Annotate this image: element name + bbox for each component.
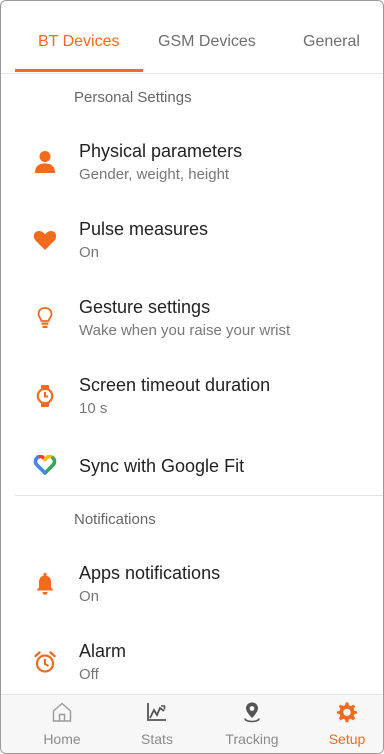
- list-item-apps-notifications[interactable]: Apps notifications On: [1, 555, 383, 619]
- nav-label: Setup: [328, 731, 366, 747]
- section-header-personal: Personal Settings: [74, 89, 192, 106]
- location-pin-icon: [240, 701, 264, 723]
- section-header-notifications: Notifications: [74, 511, 156, 528]
- item-subtitle: Off: [79, 666, 99, 683]
- nav-label: Tracking: [225, 731, 279, 747]
- nav-label: Stats: [141, 731, 173, 747]
- tab-bt-devices[interactable]: BT Devices: [38, 33, 120, 51]
- tab-general[interactable]: General: [303, 33, 360, 51]
- item-title: Physical parameters: [79, 141, 243, 161]
- nav-stats[interactable]: Stats: [117, 695, 197, 753]
- section-divider: [15, 495, 383, 496]
- app-screen: BT Devices GSM Devices General Personal …: [0, 0, 384, 754]
- tab-gsm-devices[interactable]: GSM Devices: [158, 33, 256, 51]
- gesture-lightbulb-icon: [32, 305, 58, 331]
- item-title: Alarm: [79, 641, 127, 661]
- watch-timer-icon: [32, 383, 58, 409]
- item-title: Screen timeout duration: [79, 375, 271, 395]
- stats-icon: [145, 701, 169, 723]
- gear-icon: [335, 701, 359, 723]
- item-subtitle: Wake when you raise your wrist: [79, 322, 291, 339]
- list-item-screen-timeout[interactable]: Screen timeout duration 10 s: [1, 367, 383, 431]
- person-icon: [32, 149, 58, 175]
- item-subtitle: On: [79, 244, 100, 261]
- item-title: Gesture settings: [79, 297, 211, 317]
- bottom-navigation: Home Stats Tracking Setup: [1, 694, 383, 753]
- active-tab-indicator: [15, 69, 143, 72]
- item-title: Sync with Google Fit: [79, 456, 245, 476]
- google-fit-icon: [32, 452, 58, 478]
- list-item-alarm[interactable]: Alarm Off: [1, 633, 383, 693]
- bell-icon: [32, 571, 58, 597]
- list-item-sync-google-fit[interactable]: Sync with Google Fit: [1, 447, 383, 487]
- item-subtitle: 10 s: [79, 400, 108, 417]
- item-title: Apps notifications: [79, 563, 221, 583]
- heart-icon: [32, 227, 58, 253]
- nav-setup[interactable]: Setup: [307, 695, 383, 753]
- list-item-physical-parameters[interactable]: Physical parameters Gender, weight, heig…: [1, 133, 383, 197]
- device-tabs: BT Devices GSM Devices General: [1, 1, 383, 74]
- nav-home[interactable]: Home: [22, 695, 102, 753]
- nav-tracking[interactable]: Tracking: [212, 695, 292, 753]
- item-subtitle: On: [79, 588, 100, 605]
- item-subtitle: Gender, weight, height: [79, 166, 230, 183]
- item-title: Pulse measures: [79, 219, 209, 239]
- list-item-gesture-settings[interactable]: Gesture settings Wake when you raise you…: [1, 289, 383, 353]
- nav-label: Home: [43, 731, 81, 747]
- home-icon: [50, 701, 74, 723]
- list-item-pulse-measures[interactable]: Pulse measures On: [1, 211, 383, 275]
- alarm-clock-icon: [32, 649, 58, 675]
